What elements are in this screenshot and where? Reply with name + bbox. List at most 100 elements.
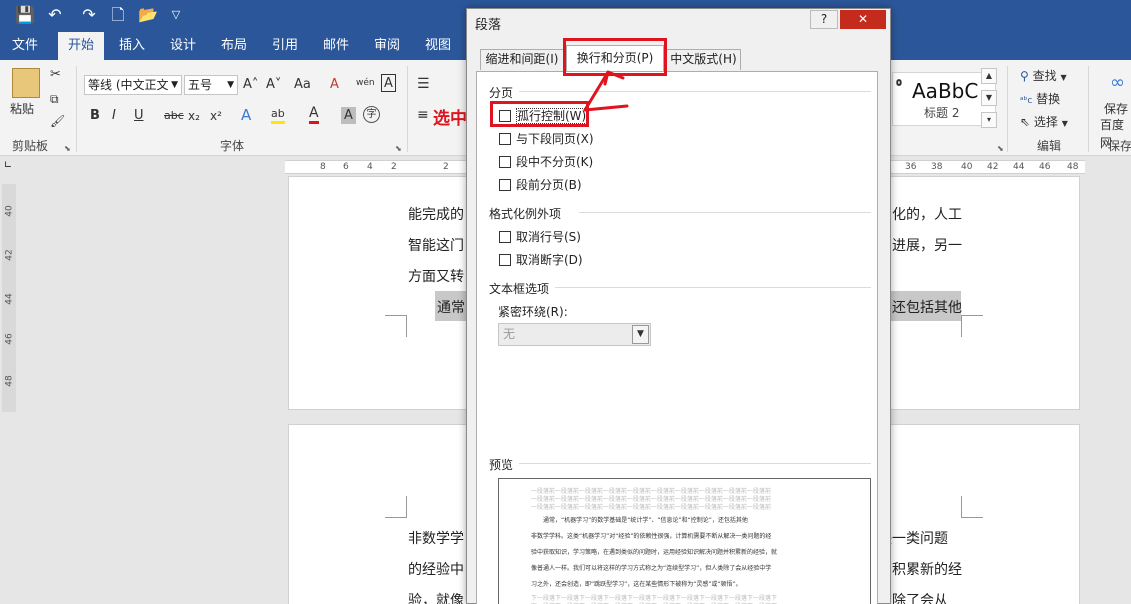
- ruler-number: 38: [931, 162, 943, 172]
- tab-mailings[interactable]: 邮件: [314, 32, 358, 60]
- dont-hyphenate-checkbox[interactable]: 取消断字(D): [499, 253, 583, 267]
- group-separator: [76, 66, 77, 152]
- ruler-number: 2: [443, 162, 449, 172]
- vertical-ruler[interactable]: 40 42 44 46 48: [2, 184, 16, 412]
- tab-file[interactable]: 文件: [0, 32, 50, 60]
- preview-body-line: 习之外，还会创造，即“跳跃型学习”，这在某些情形下被称为“灵感”或“顿悟”。: [531, 581, 742, 588]
- undo-icon[interactable]: ↶: [44, 4, 66, 26]
- cut-icon[interactable]: ✂: [50, 66, 61, 84]
- select-button[interactable]: ⇖ 选择 ▼: [1020, 113, 1068, 133]
- keep-lines-together-checkbox[interactable]: 段中不分页(K): [499, 155, 593, 169]
- tab-home[interactable]: 开始: [58, 32, 104, 60]
- new-document-icon[interactable]: 🗋: [107, 4, 129, 26]
- ruler-number: 42: [4, 249, 15, 261]
- font-group-label: 字体: [219, 139, 244, 153]
- style-preview-heading2[interactable]: AaBbC: [912, 78, 978, 104]
- preview-body-line: 像普通人一样。我们可以将这样的学习方式称之为“连续型学习”，但人类除了会从经验中…: [531, 565, 772, 572]
- suppress-line-numbers-checkbox[interactable]: 取消行号(S): [499, 230, 581, 244]
- change-case-icon[interactable]: Aa: [294, 76, 311, 94]
- section-pagination: 分页: [489, 86, 514, 100]
- save-group-label: 保存: [1108, 139, 1131, 153]
- preview-previous-paragraph: 一段落前一段落前一段落前一段落前一段落前一段落前一段落前一段落前一段落前一段落前: [531, 504, 772, 511]
- close-button[interactable]: ✕: [840, 10, 886, 29]
- highlight-color-icon[interactable]: ab: [271, 107, 285, 124]
- ruler-number: 40: [961, 162, 973, 172]
- document-text: 非数学学: [408, 531, 464, 547]
- shrink-font-icon[interactable]: A˅: [266, 76, 281, 94]
- redo-icon[interactable]: ↷: [78, 4, 100, 26]
- section-formatting-exceptions: 格式化例外项: [489, 207, 562, 221]
- replace-button[interactable]: ᵃᵇc 替换: [1020, 90, 1060, 110]
- help-button[interactable]: ?: [810, 10, 838, 29]
- tight-wrap-label: 紧密环绕(R):: [498, 305, 568, 319]
- bold-button[interactable]: B: [90, 107, 100, 125]
- save-icon[interactable]: 💾: [14, 4, 36, 26]
- underline-button[interactable]: U: [134, 107, 144, 125]
- document-text: 积累新的经: [892, 562, 962, 578]
- strikethrough-button[interactable]: abc: [164, 107, 184, 125]
- group-separator: [1088, 66, 1089, 152]
- section-divider: [579, 212, 871, 213]
- select-label: 选择: [1033, 115, 1058, 129]
- ruler-number: 44: [1013, 162, 1025, 172]
- chevron-down-icon: ▼: [1060, 73, 1067, 82]
- section-preview: 预览: [489, 458, 514, 472]
- dialog-tab-panel: 分页 孤行控制(W) 与下段同页(X) 段中不分页(K) 段前分页(B) 格式化…: [476, 71, 878, 604]
- font-name-value: 等线 (中文正文: [88, 78, 169, 92]
- styles-scroll-down-button[interactable]: ▼: [981, 90, 997, 106]
- character-shading-icon[interactable]: A: [341, 107, 356, 124]
- character-border-icon[interactable]: A: [381, 74, 396, 92]
- annotation-arrow-icon: [583, 70, 629, 112]
- copy-icon[interactable]: ⧉: [50, 90, 59, 108]
- open-folder-icon[interactable]: 📂: [137, 4, 159, 26]
- customize-toolbar-icon[interactable]: ▽: [165, 4, 187, 26]
- bullets-icon[interactable]: ☰: [417, 75, 430, 93]
- font-name-combo[interactable]: 等线 (中文正文 ▼: [84, 75, 182, 95]
- paste-button[interactable]: 粘贴: [10, 100, 34, 118]
- tab-references[interactable]: 引用: [263, 32, 307, 60]
- subscript-button[interactable]: x₂: [188, 107, 200, 125]
- paste-icon[interactable]: [12, 68, 40, 98]
- clipboard-launcher-icon[interactable]: ⬊: [64, 140, 71, 158]
- styles-launcher-icon[interactable]: ⬊: [997, 140, 1004, 158]
- superscript-button[interactable]: x²: [210, 107, 222, 125]
- tab-asian-typography[interactable]: 中文版式(H): [666, 49, 741, 70]
- keep-lines-together-label: 段中不分页(K): [516, 155, 594, 169]
- font-size-combo[interactable]: 五号 ▼: [184, 75, 238, 95]
- document-text: 进展，另一: [892, 238, 962, 254]
- tab-insert[interactable]: 插入: [110, 32, 154, 60]
- tab-view[interactable]: 视图: [416, 32, 460, 60]
- page-break-before-checkbox[interactable]: 段前分页(B): [499, 178, 582, 192]
- chevron-down-icon: ▼: [632, 325, 649, 344]
- tab-review[interactable]: 审阅: [365, 32, 409, 60]
- ruler-number: 6: [343, 162, 349, 172]
- find-button[interactable]: ⚲ 查找 ▼: [1020, 67, 1067, 87]
- clear-format-icon[interactable]: A: [330, 76, 339, 94]
- font-launcher-icon[interactable]: ⬊: [395, 140, 402, 158]
- styles-more-button[interactable]: ▾: [981, 112, 997, 128]
- grow-font-icon[interactable]: A˄: [243, 76, 258, 94]
- font-color-icon[interactable]: A: [309, 106, 319, 124]
- crop-mark: [961, 496, 983, 518]
- format-painter-icon[interactable]: 🖌: [50, 112, 65, 130]
- page-break-before-label: 段前分页(B): [516, 178, 582, 192]
- ruler-number: 40: [4, 205, 15, 217]
- keep-with-next-checkbox[interactable]: 与下段同页(X): [499, 132, 594, 146]
- dont-hyphenate-label: 取消断字(D): [516, 253, 583, 267]
- text-effects-icon[interactable]: A: [241, 106, 251, 124]
- align-left-icon[interactable]: ≡: [417, 106, 429, 124]
- enclose-characters-icon[interactable]: 字: [363, 106, 380, 123]
- document-text: 化的，人工: [892, 207, 962, 223]
- tight-wrap-select[interactable]: 无 ▼: [498, 323, 651, 346]
- tab-layout[interactable]: 布局: [212, 32, 256, 60]
- tab-selector-icon[interactable]: ∟: [0, 160, 16, 176]
- cloud-save-icon[interactable]: ∞: [1110, 74, 1125, 92]
- italic-button[interactable]: I: [112, 107, 116, 125]
- section-divider: [555, 287, 871, 288]
- tab-design[interactable]: 设计: [161, 32, 205, 60]
- document-text: 能完成的: [408, 207, 464, 223]
- section-divider: [519, 463, 871, 464]
- styles-scroll-up-button[interactable]: ▲: [981, 68, 997, 84]
- phonetic-guide-icon[interactable]: wén: [356, 74, 375, 92]
- tab-indents-spacing[interactable]: 缩进和间距(I): [480, 49, 564, 70]
